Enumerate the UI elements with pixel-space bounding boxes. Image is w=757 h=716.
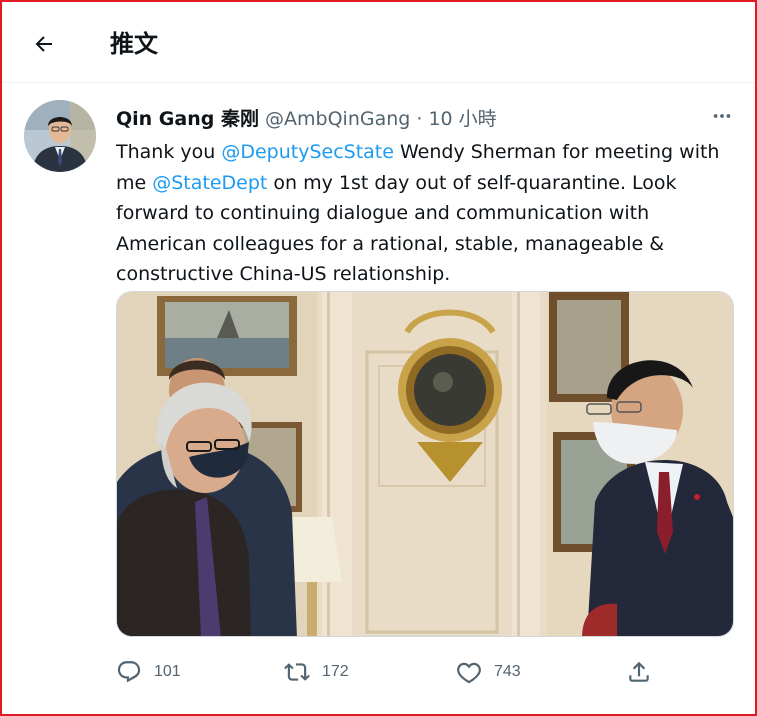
meeting-photo-image xyxy=(117,292,733,636)
meta-separator: · xyxy=(416,108,423,130)
tweet-time[interactable]: 10 小時 xyxy=(428,108,496,130)
tweet-author-line: Qin Gang 秦刚 @AmbQinGang · 10 小時 xyxy=(116,104,497,130)
arrow-left-icon xyxy=(35,36,52,52)
more-horizontal-icon xyxy=(713,114,731,118)
avatar-image xyxy=(24,100,96,172)
author-handle[interactable]: @AmbQinGang xyxy=(265,108,410,130)
author-name[interactable]: Qin Gang 秦刚 xyxy=(116,108,259,130)
retweet-icon xyxy=(284,663,310,681)
tweet-actions: 101 172 743 xyxy=(116,652,656,692)
avatar[interactable] xyxy=(24,100,96,172)
tweet-photo[interactable] xyxy=(116,291,734,637)
mention-deputysecstate[interactable]: @DeputySecState xyxy=(221,141,394,163)
page-header: 推文 xyxy=(2,2,755,83)
reply-button[interactable]: 101 xyxy=(116,652,181,692)
retweet-button[interactable]: 172 xyxy=(284,652,349,692)
more-button[interactable] xyxy=(707,102,737,130)
like-count: 743 xyxy=(494,663,521,680)
share-button[interactable] xyxy=(626,652,652,692)
reply-icon xyxy=(117,661,141,683)
page-title: 推文 xyxy=(110,30,158,58)
tweet-text: Thank you @DeputySecState Wendy Sherman … xyxy=(116,137,736,290)
mention-statedept[interactable]: @StateDept xyxy=(152,172,267,194)
back-button[interactable] xyxy=(26,26,62,62)
tweet-text-part: Thank you xyxy=(116,141,222,163)
like-button[interactable]: 743 xyxy=(456,652,521,692)
heart-icon xyxy=(457,662,481,684)
reply-count: 101 xyxy=(154,663,181,680)
retweet-count: 172 xyxy=(322,663,349,680)
share-icon xyxy=(629,661,649,682)
